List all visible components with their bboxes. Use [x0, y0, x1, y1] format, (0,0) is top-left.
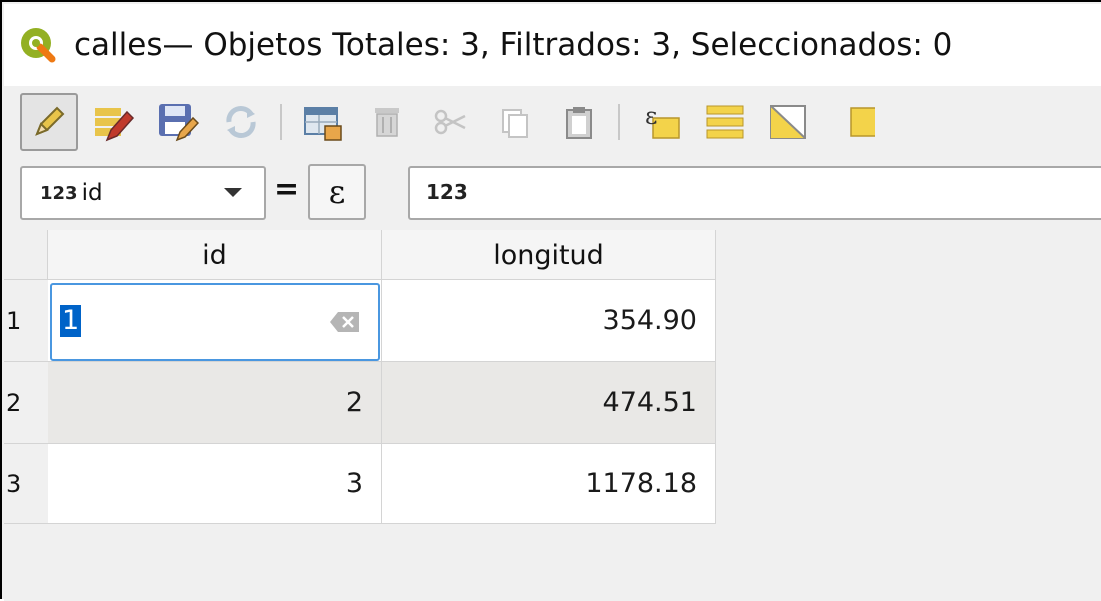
- select-all-button[interactable]: [696, 93, 754, 151]
- field-select[interactable]: 123 id: [20, 166, 266, 220]
- multi-edit-icon: [95, 108, 135, 142]
- select-by-expression-button[interactable]: ε: [632, 93, 690, 151]
- expression-button[interactable]: ε: [308, 164, 366, 220]
- table-cell-id[interactable]: 2: [48, 362, 382, 444]
- toggle-editing-button[interactable]: [20, 93, 78, 151]
- cell-editor[interactable]: 1: [50, 283, 380, 361]
- reload-button[interactable]: [212, 93, 270, 151]
- field-calculator-bar: 123 id = ε 123: [4, 158, 1101, 230]
- save-edits-button[interactable]: [148, 93, 206, 151]
- toolbar-separator: [280, 104, 282, 140]
- cut-icon: [434, 109, 466, 135]
- svg-text:ε: ε: [645, 102, 657, 130]
- field-name-label: id: [81, 180, 103, 206]
- toolbar-separator: [618, 104, 620, 140]
- deselect-icon: [850, 107, 875, 137]
- invert-selection-button[interactable]: [760, 93, 818, 151]
- qgis-logo-icon: [21, 28, 56, 63]
- table-cell-longitud[interactable]: 354.90: [382, 280, 716, 362]
- equals-label: =: [274, 172, 300, 207]
- chevron-down-icon: [224, 188, 242, 197]
- save-edits-icon: [159, 104, 199, 142]
- refresh-icon: [226, 106, 256, 138]
- row-header[interactable]: 2: [4, 362, 48, 444]
- column-header-longitud[interactable]: longitud: [382, 230, 716, 280]
- clear-icon[interactable]: [330, 311, 360, 333]
- column-header-id[interactable]: id: [48, 230, 382, 280]
- table-cell-longitud[interactable]: 1178.18: [382, 444, 716, 524]
- attribute-table-window: calles— Objetos Totales: 3, Filtrados: 3…: [0, 0, 1101, 601]
- table-cell-id[interactable]: 3: [48, 444, 382, 524]
- row-header-empty: [4, 524, 48, 601]
- select-all-icon: [706, 105, 744, 139]
- add-feature-button[interactable]: [294, 93, 352, 151]
- expression-value-input[interactable]: 123: [408, 166, 1101, 220]
- row-header[interactable]: 3: [4, 444, 48, 524]
- delete-feature-button[interactable]: [358, 93, 416, 151]
- table-cell-longitud[interactable]: 474.51: [382, 362, 716, 444]
- field-type-label: 123: [40, 182, 78, 204]
- delete-icon: [375, 108, 399, 137]
- invert-selection-icon: [770, 105, 806, 139]
- expression-select-icon: ε: [645, 102, 680, 139]
- cut-button[interactable]: [422, 93, 480, 151]
- window-title: calles— Objetos Totales: 3, Filtrados: 3…: [74, 27, 953, 63]
- paste-button[interactable]: [550, 93, 608, 151]
- table-corner[interactable]: [4, 230, 48, 280]
- add-feature-icon: [304, 107, 342, 141]
- cell-editor-value[interactable]: 1: [60, 305, 82, 337]
- multi-edit-button[interactable]: [84, 93, 142, 151]
- paste-icon: [566, 107, 592, 139]
- copy-icon: [502, 109, 528, 138]
- title-bar: calles— Objetos Totales: 3, Filtrados: 3…: [4, 4, 1101, 86]
- attribute-table: id longitud 1 354.90 1 2 2 474.51 3 3 11…: [4, 230, 1101, 601]
- copy-button[interactable]: [486, 93, 544, 151]
- row-header[interactable]: 1: [4, 280, 48, 362]
- pencil-icon: [35, 106, 65, 136]
- deselect-all-button[interactable]: [824, 93, 882, 151]
- toolbar: ε: [4, 86, 1101, 158]
